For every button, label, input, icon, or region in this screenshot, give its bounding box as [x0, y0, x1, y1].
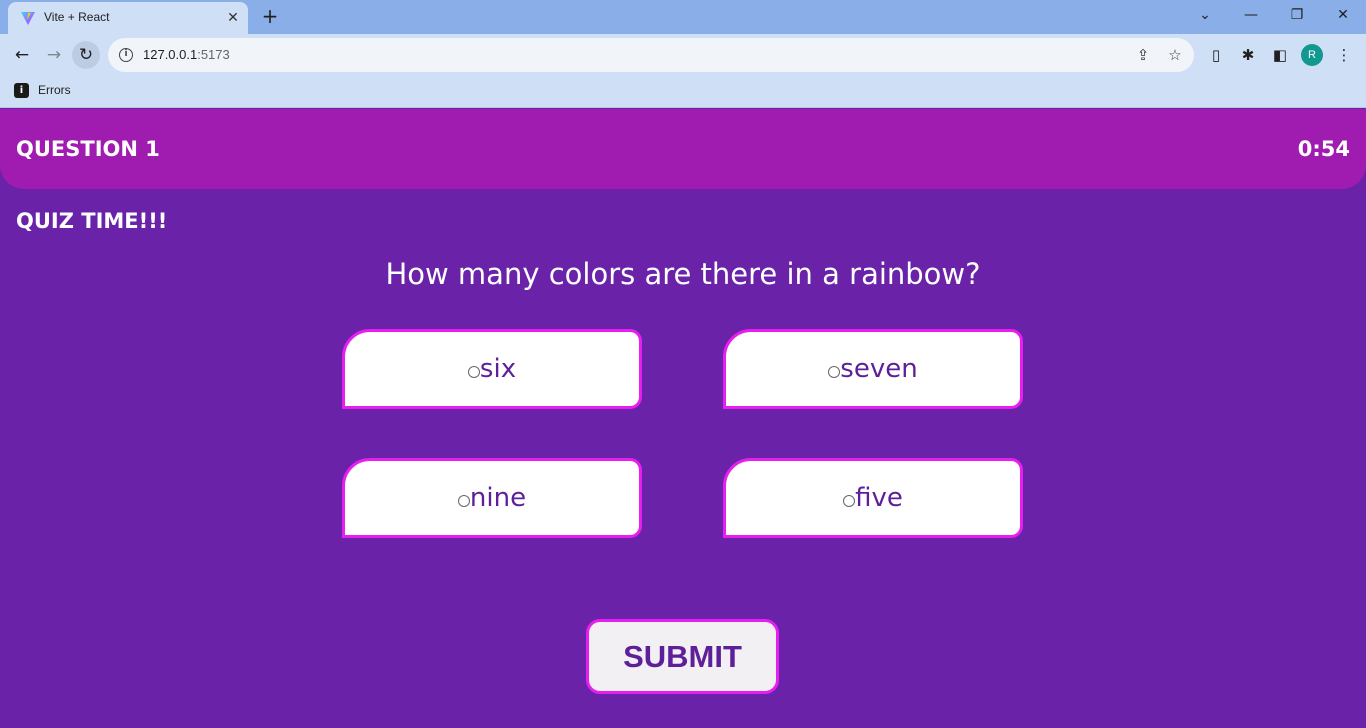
- quiz-page: QUESTION 1 0:54 QUIZ TIME!!! How many co…: [0, 109, 1366, 728]
- site-info-icon[interactable]: i: [119, 48, 133, 62]
- bookmark-star-icon[interactable]: ☆: [1165, 45, 1185, 65]
- address-bar[interactable]: i 127.0.0.1:5173 ⇪ ☆: [108, 38, 1194, 72]
- browser-tabstrip: Vite + React ✕ + ⌄ — ❐ ✕: [0, 0, 1366, 34]
- reload-icon[interactable]: ↻: [72, 41, 100, 69]
- menu-kebab-icon[interactable]: ⋮: [1334, 45, 1354, 65]
- tab-search-icon[interactable]: ⌄: [1192, 4, 1218, 26]
- option-label: seven: [840, 354, 918, 384]
- share-icon[interactable]: ⇪: [1133, 45, 1153, 65]
- option-label: nine: [469, 483, 527, 513]
- profile-avatar[interactable]: R: [1301, 44, 1323, 66]
- browser-toolbar: ← → ↻ i 127.0.0.1:5173 ⇪ ☆ ▯ ✱ ◧ R ⋮: [0, 34, 1366, 76]
- back-icon[interactable]: ←: [8, 41, 36, 69]
- reading-mode-icon[interactable]: ▯: [1206, 45, 1226, 65]
- quiz-title: QUIZ TIME!!!: [16, 209, 168, 233]
- url-host: 127.0.0.1: [143, 47, 198, 62]
- new-tab-icon[interactable]: +: [259, 5, 281, 27]
- bookmarks-bar: i Errors: [0, 76, 1366, 108]
- countdown-timer: 0:54: [1297, 137, 1350, 161]
- radio-button[interactable]: [828, 366, 841, 378]
- option-six[interactable]: six: [342, 329, 642, 409]
- radio-button[interactable]: [457, 495, 470, 507]
- forward-icon[interactable]: →: [40, 41, 68, 69]
- submit-button[interactable]: SUBMIT: [586, 619, 779, 694]
- option-nine[interactable]: nine: [342, 458, 642, 538]
- tab-title: Vite + React: [44, 10, 110, 24]
- question-number: QUESTION 1: [16, 137, 160, 161]
- restore-icon[interactable]: ❐: [1284, 4, 1310, 26]
- option-label: six: [479, 354, 517, 384]
- vite-logo-icon: [21, 12, 35, 25]
- bookmark-errors[interactable]: Errors: [38, 83, 71, 97]
- option-seven[interactable]: seven: [723, 329, 1023, 409]
- option-label: five: [855, 483, 903, 513]
- extensions-icon[interactable]: ✱: [1238, 45, 1258, 65]
- close-window-icon[interactable]: ✕: [1330, 4, 1356, 26]
- question-text: How many colors are there in a rainbow?: [385, 257, 981, 291]
- browser-tab[interactable]: Vite + React ✕: [8, 2, 248, 34]
- url-text: 127.0.0.1:5173: [143, 47, 230, 62]
- quiz-header: QUESTION 1 0:54: [0, 109, 1366, 189]
- radio-button[interactable]: [843, 495, 856, 507]
- radio-button[interactable]: [467, 366, 480, 378]
- url-port: :5173: [197, 47, 230, 62]
- side-panel-icon[interactable]: ◧: [1270, 45, 1290, 65]
- tab-close-icon[interactable]: ✕: [224, 9, 242, 27]
- option-five[interactable]: five: [723, 458, 1023, 538]
- minimize-icon[interactable]: —: [1238, 4, 1264, 26]
- info-bookmark-icon: i: [14, 83, 29, 98]
